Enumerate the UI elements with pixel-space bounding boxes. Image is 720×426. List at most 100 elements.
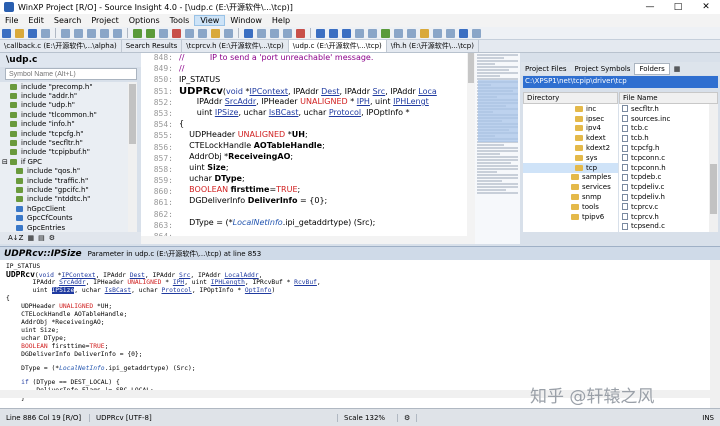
list-item[interactable]: include "qos.h" <box>0 167 128 176</box>
relation-icon[interactable] <box>283 28 292 38</box>
settings-icon[interactable]: ⚙ <box>398 413 418 422</box>
group-icon[interactable]: ▦ <box>27 234 34 242</box>
list-item[interactable]: tcpsend.c <box>619 222 709 232</box>
list-item[interactable]: tcpconn.h <box>619 163 709 173</box>
list-item[interactable]: tpipv6 <box>523 212 618 222</box>
folder-icon[interactable]: ▦ <box>670 63 685 75</box>
references-icon[interactable] <box>257 28 266 38</box>
symbol-window-icon[interactable] <box>316 28 325 38</box>
list-item[interactable]: include "addr.h" <box>0 91 128 100</box>
list-item[interactable]: include "secfltr.h" <box>0 138 128 147</box>
tab-folders[interactable]: Folders <box>634 62 670 75</box>
list-item[interactable]: tcpconn.c <box>619 153 709 163</box>
list-item[interactable]: include "udp.h" <box>0 101 128 110</box>
list-item[interactable]: sources.inc <box>619 114 709 124</box>
filter-icon[interactable]: ▤ <box>38 234 45 242</box>
forward-icon[interactable] <box>146 28 155 38</box>
relation-window-icon[interactable] <box>355 28 364 38</box>
sort-icon[interactable]: A↓Z <box>8 234 23 242</box>
minimize-button[interactable]: — <box>636 2 664 12</box>
overview-icon[interactable] <box>433 28 442 38</box>
list-item[interactable]: ipsec <box>523 114 618 124</box>
list-item[interactable]: include "tcpcfg.h" <box>0 129 128 138</box>
stop-icon[interactable] <box>296 28 305 38</box>
paste-icon[interactable] <box>87 28 96 38</box>
open-folder-icon[interactable] <box>15 28 24 38</box>
folder-path-field[interactable]: C:\XPSP1\net\tcpip\driver\tcp <box>523 76 718 88</box>
list-item[interactable]: secfltr.h <box>619 104 709 114</box>
clip-window-icon[interactable] <box>368 28 377 38</box>
menu-project[interactable]: Project <box>86 16 123 25</box>
list-item[interactable]: tcpcfg.h <box>619 143 709 153</box>
sync-icon[interactable] <box>381 28 390 38</box>
context-window-scrollbar[interactable] <box>710 260 720 408</box>
list-item[interactable]: include "info.h" <box>0 120 128 129</box>
list-item[interactable]: tcb.c <box>619 124 709 134</box>
list-item[interactable]: kdext <box>523 133 618 143</box>
file-list-scrollbar[interactable] <box>709 104 718 232</box>
list-item[interactable]: GpcEntries <box>0 223 128 232</box>
tab-callback-c[interactable]: \callback.c (E:\开源软件\...\alpha) <box>0 40 122 52</box>
find-next-icon[interactable] <box>185 28 194 38</box>
menu-tools[interactable]: Tools <box>165 16 195 25</box>
code-editor[interactable]: 848: 849: 850: 851: 852: 853: 854: 855: … <box>141 53 475 244</box>
window-list-icon[interactable] <box>459 28 468 38</box>
bookmark-icon[interactable] <box>159 28 168 38</box>
menu-options[interactable]: Options <box>124 16 165 25</box>
list-item[interactable]: snmp <box>523 192 618 202</box>
list-item[interactable]: inc <box>523 104 618 114</box>
list-item[interactable]: ⊟ if GPC <box>0 157 128 166</box>
tab-project-files[interactable]: Project Files <box>521 63 571 75</box>
search-files-icon[interactable] <box>211 28 220 38</box>
directory-column-header[interactable]: Directory <box>523 92 618 104</box>
list-item[interactable]: include "gpcifc.h" <box>0 185 128 194</box>
redo-icon[interactable] <box>113 28 122 38</box>
list-item[interactable]: sys <box>523 153 618 163</box>
list-item[interactable]: include "precomp.h" <box>0 82 128 91</box>
menu-help[interactable]: Help <box>267 16 295 25</box>
list-item[interactable]: tcprcv.h <box>619 212 709 222</box>
collapse-icon[interactable]: ⊟ <box>2 158 8 166</box>
list-item[interactable]: tcpdeliv.c <box>619 182 709 192</box>
list-item[interactable]: tcpdeb.c <box>619 173 709 183</box>
list-item[interactable]: include "tcpipbuf.h" <box>0 148 128 157</box>
tab-project-symbols[interactable]: Project Symbols <box>571 63 635 75</box>
menu-file[interactable]: File <box>0 16 23 25</box>
save-icon[interactable] <box>28 28 37 38</box>
settings-icon[interactable]: ⚙ <box>49 234 55 242</box>
list-item[interactable]: include "tlcommon.h" <box>0 110 128 119</box>
maximize-button[interactable]: □ <box>664 2 692 12</box>
editor-horizontal-scrollbar[interactable] <box>141 236 467 244</box>
undo-icon[interactable] <box>100 28 109 38</box>
highlight-icon[interactable] <box>420 28 429 38</box>
file-name-column-header[interactable]: File Name <box>619 92 718 104</box>
list-item[interactable]: tools <box>523 202 618 212</box>
list-item[interactable]: tcp <box>523 162 618 173</box>
symbol-search-input[interactable] <box>5 68 137 80</box>
list-item[interactable]: samples <box>523 173 618 183</box>
list-item[interactable]: hGpcClient <box>0 204 128 213</box>
list-item[interactable]: GpcCfCounts <box>0 213 128 222</box>
menu-view[interactable]: View <box>194 15 226 26</box>
project-window-icon[interactable] <box>329 28 338 38</box>
list-item[interactable]: include "traffic.h" <box>0 176 128 185</box>
list-item[interactable]: tcb.h <box>619 133 709 143</box>
list-item[interactable]: tcpdeliv.h <box>619 192 709 202</box>
tab-fh-h[interactable]: \fh.h (E:\开源软件\...\tcp) <box>387 40 479 52</box>
layout-icon[interactable] <box>394 28 403 38</box>
copy-icon[interactable] <box>74 28 83 38</box>
editor-vertical-scrollbar[interactable] <box>467 53 475 244</box>
more-tools-icon[interactable] <box>472 28 481 38</box>
list-item[interactable]: kdext2 <box>523 143 618 153</box>
find-prev-icon[interactable] <box>198 28 207 38</box>
menu-window[interactable]: Window <box>225 16 267 25</box>
close-button[interactable]: ✕ <box>692 2 720 12</box>
save-all-icon[interactable] <box>41 28 50 38</box>
list-item[interactable]: services <box>523 182 618 192</box>
options-icon[interactable] <box>407 28 416 38</box>
call-graph-icon[interactable] <box>270 28 279 38</box>
lookup-icon[interactable] <box>244 28 253 38</box>
menu-edit[interactable]: Edit <box>23 16 49 25</box>
list-item[interactable]: include "ntddtc.h" <box>0 195 128 204</box>
list-item[interactable]: ipv4 <box>523 124 618 134</box>
